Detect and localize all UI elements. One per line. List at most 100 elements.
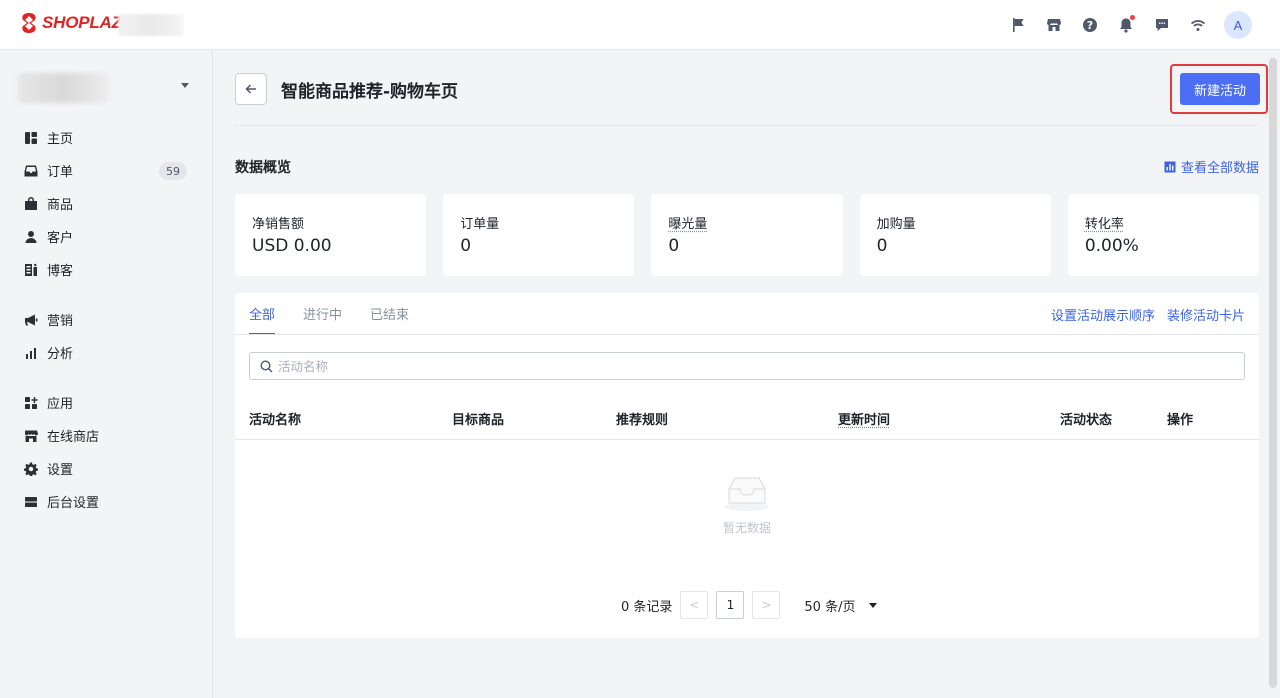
bag-icon [24, 196, 38, 211]
sidebar-item-online-store[interactable]: 在线商店 [0, 419, 213, 452]
sidebar-item-label: 营销 [47, 314, 74, 329]
stat-value: 0 [876, 236, 888, 256]
stat-value: 0 [668, 236, 680, 256]
stats-row: 净销售额 USD 0.00 订单量 0 曝光量 0 加购量 0 转化率 0.00… [235, 194, 1260, 276]
store-icon[interactable] [1036, 11, 1072, 39]
store-name-redacted [118, 14, 184, 36]
store-selector-redacted [18, 73, 108, 103]
column-target-products: 目标商品 [452, 413, 505, 428]
stat-card-conversion-rate: 转化率 0.00% [1067, 194, 1260, 276]
page-1-button[interactable]: 1 [716, 591, 745, 619]
sidebar-nav: 主页 订单 59 商品 客户 博客 营销 分析 应用 在线商店 设置 后台设置 [0, 121, 213, 518]
gear-icon [24, 462, 38, 476]
report-icon [1164, 161, 1176, 172]
page-title: 智能商品推荐-购物车页 [281, 82, 459, 102]
person-icon [24, 230, 38, 244]
view-all-data-link[interactable]: 查看全部数据 [1164, 157, 1259, 176]
sidebar-item-settings[interactable]: 设置 [0, 452, 213, 485]
empty-box-icon [725, 477, 769, 511]
tab-in-progress[interactable]: 进行中 [303, 293, 342, 334]
stat-value: USD 0.00 [252, 236, 332, 256]
stat-label: 订单量 [460, 217, 500, 232]
panel-links: 设置活动展示顺序 装修活动卡片 [1051, 305, 1245, 324]
sidebar-item-label: 订单 [47, 165, 74, 180]
stat-card-orders: 订单量 0 [443, 194, 635, 276]
search-box [249, 352, 1245, 380]
orders-count-badge: 59 [159, 162, 187, 180]
view-all-data-label: 查看全部数据 [1180, 161, 1259, 176]
main-content: 智能商品推荐-购物车页 新建活动 数据概览 查看全部数据 净销售额 USD 0.… [213, 51, 1280, 698]
header-divider [235, 125, 1259, 126]
column-recommend-rule: 推荐规则 [616, 413, 669, 428]
decorate-card-link[interactable]: 装修活动卡片 [1167, 305, 1245, 324]
sidebar-item-label: 商品 [47, 198, 74, 213]
stat-value: 0.00% [1084, 236, 1139, 256]
sidebar-item-label: 分析 [47, 347, 74, 362]
page-scrollbar[interactable] [1269, 58, 1277, 688]
campaign-list-panel: 全部 进行中 已结束 设置活动展示顺序 装修活动卡片 活动名称 目标商品 推荐规… [235, 293, 1259, 638]
wifi-icon[interactable] [1180, 11, 1216, 39]
stat-label[interactable]: 曝光量 [668, 213, 825, 232]
dashboard-icon [24, 131, 38, 145]
overview-title: 数据概览 [235, 160, 291, 176]
sidebar-item-marketing[interactable]: 营销 [0, 303, 213, 336]
stat-label[interactable]: 转化率 [1085, 213, 1242, 232]
tabs-divider [235, 334, 1259, 335]
storefront-icon [24, 429, 38, 443]
prev-page-button[interactable]: < [680, 591, 709, 619]
sidebar-item-label: 客户 [47, 231, 74, 246]
user-avatar[interactable]: A [1224, 11, 1252, 39]
pagination: 0 条记录 < 1 > 50 条/页 [621, 591, 878, 619]
stat-card-add-to-cart: 加购量 0 [859, 194, 1051, 276]
tab-ended[interactable]: 已结束 [370, 293, 409, 334]
top-icons: ? A [1000, 11, 1252, 39]
sidebar: 主页 订单 59 商品 客户 博客 营销 分析 应用 在线商店 设置 后台设置 [0, 51, 213, 698]
megaphone-icon [24, 313, 38, 327]
tab-all[interactable]: 全部 [249, 293, 276, 335]
sidebar-item-orders[interactable]: 订单 59 [0, 154, 213, 187]
set-display-order-link[interactable]: 设置活动展示顺序 [1051, 305, 1155, 324]
highlight-box: 新建活动 [1170, 64, 1268, 114]
message-icon[interactable] [1144, 11, 1180, 39]
sidebar-item-customers[interactable]: 客户 [0, 220, 213, 253]
store-selector[interactable] [18, 73, 193, 105]
sidebar-item-analytics[interactable]: 分析 [0, 336, 213, 369]
caret-down-icon [869, 602, 878, 608]
blog-icon [24, 263, 38, 277]
new-campaign-button[interactable]: 新建活动 [1180, 73, 1260, 105]
stat-card-impressions: 曝光量 0 [651, 194, 843, 276]
search-input[interactable] [278, 358, 1178, 374]
empty-state: 暂无数据 [705, 473, 789, 536]
bell-icon[interactable] [1108, 11, 1144, 39]
sidebar-item-label: 在线商店 [47, 430, 100, 445]
sidebar-item-label: 博客 [47, 264, 74, 279]
logo-mark-icon [22, 13, 36, 33]
apps-icon [24, 396, 38, 410]
sidebar-item-label: 主页 [47, 132, 74, 147]
stat-label: 净销售额 [252, 217, 305, 232]
sidebar-item-admin-settings[interactable]: 后台设置 [0, 485, 213, 518]
sidebar-item-home[interactable]: 主页 [0, 121, 213, 154]
page-size-value: 50 条/页 [804, 599, 856, 615]
stat-label: 加购量 [876, 217, 916, 232]
help-icon[interactable]: ? [1072, 11, 1108, 39]
svg-text:?: ? [1087, 19, 1093, 32]
sidebar-item-apps[interactable]: 应用 [0, 386, 213, 419]
next-page-button[interactable]: > [752, 591, 781, 619]
status-tabs: 全部 进行中 已结束 [249, 293, 437, 335]
column-actions: 操作 [1167, 413, 1194, 428]
sidebar-item-blog[interactable]: 博客 [0, 253, 213, 286]
sidebar-item-label: 后台设置 [47, 496, 100, 511]
bar-chart-icon [24, 346, 38, 360]
column-updated-time[interactable]: 更新时间 [838, 409, 890, 428]
total-records: 0 条记录 [621, 599, 673, 615]
table-header: 活动名称 目标商品 推荐规则 更新时间 活动状态 操作 [235, 395, 1259, 440]
page-size-select[interactable]: 50 条/页 [804, 596, 878, 615]
empty-text: 暂无数据 [722, 521, 771, 535]
sidebar-item-products[interactable]: 商品 [0, 187, 213, 220]
caret-down-icon [181, 83, 189, 88]
sidebar-item-label: 设置 [47, 463, 74, 478]
back-button[interactable] [235, 73, 267, 105]
top-bar: SHOPLAZZA ? A [0, 0, 1280, 50]
flag-icon[interactable] [1000, 11, 1036, 39]
